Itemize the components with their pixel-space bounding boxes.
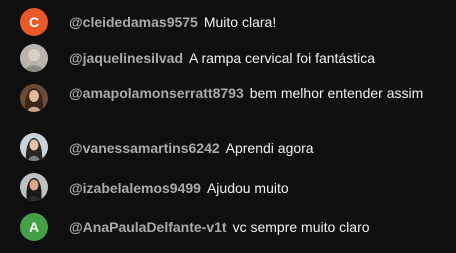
user-photo-icon (20, 84, 48, 112)
message-text: Aprendi agora (225, 140, 314, 156)
author-name[interactable]: @izabelalemos9499 (69, 180, 201, 196)
author-name[interactable]: @cleidedamas9575 (69, 14, 198, 30)
avatar[interactable] (20, 44, 48, 72)
user-photo-icon (20, 173, 48, 201)
author-name[interactable]: @jaquelinesilvad (69, 50, 183, 66)
message-text: Ajudou muito (206, 180, 289, 196)
message-line: @cleidedamas9575 Muito clara! (69, 13, 448, 31)
message-text: vc sempre muito claro (232, 219, 370, 235)
author-name[interactable]: @vanessamartins6242 (69, 140, 220, 156)
user-photo-icon (20, 44, 48, 72)
message-line: @amapolamonserratt8793 bem melhor entende… (69, 84, 448, 102)
message-text: A rampa cervical foi fantástica (189, 50, 376, 66)
avatar[interactable] (20, 133, 48, 161)
author-name[interactable]: @AnaPaulaDelfante-v1t (69, 219, 227, 235)
avatar[interactable]: C (20, 8, 48, 36)
message-line: @AnaPaulaDelfante-v1t vc sempre muito cla… (69, 218, 448, 236)
message-text: Muito clara! (203, 14, 277, 30)
author-name[interactable]: @amapolamonserratt8793 (69, 85, 244, 101)
avatar[interactable] (20, 173, 48, 201)
message-line: @vanessamartins6242 Aprendi agora (69, 139, 448, 157)
message-text: bem melhor entender assim (249, 85, 424, 101)
avatar-letter: C (28, 14, 40, 30)
avatar-letter: A (28, 219, 40, 235)
message-line: @jaquelinesilvad A rampa cervical foi fan… (69, 49, 448, 67)
user-photo-icon (20, 133, 48, 161)
avatar[interactable]: A (20, 213, 48, 241)
avatar[interactable] (20, 84, 48, 112)
message-line: @izabelalemos9499 Ajudou muito (69, 179, 448, 197)
live-chat-feed: C @cleidedamas9575 Muito clara! @jaquelin… (0, 0, 456, 253)
